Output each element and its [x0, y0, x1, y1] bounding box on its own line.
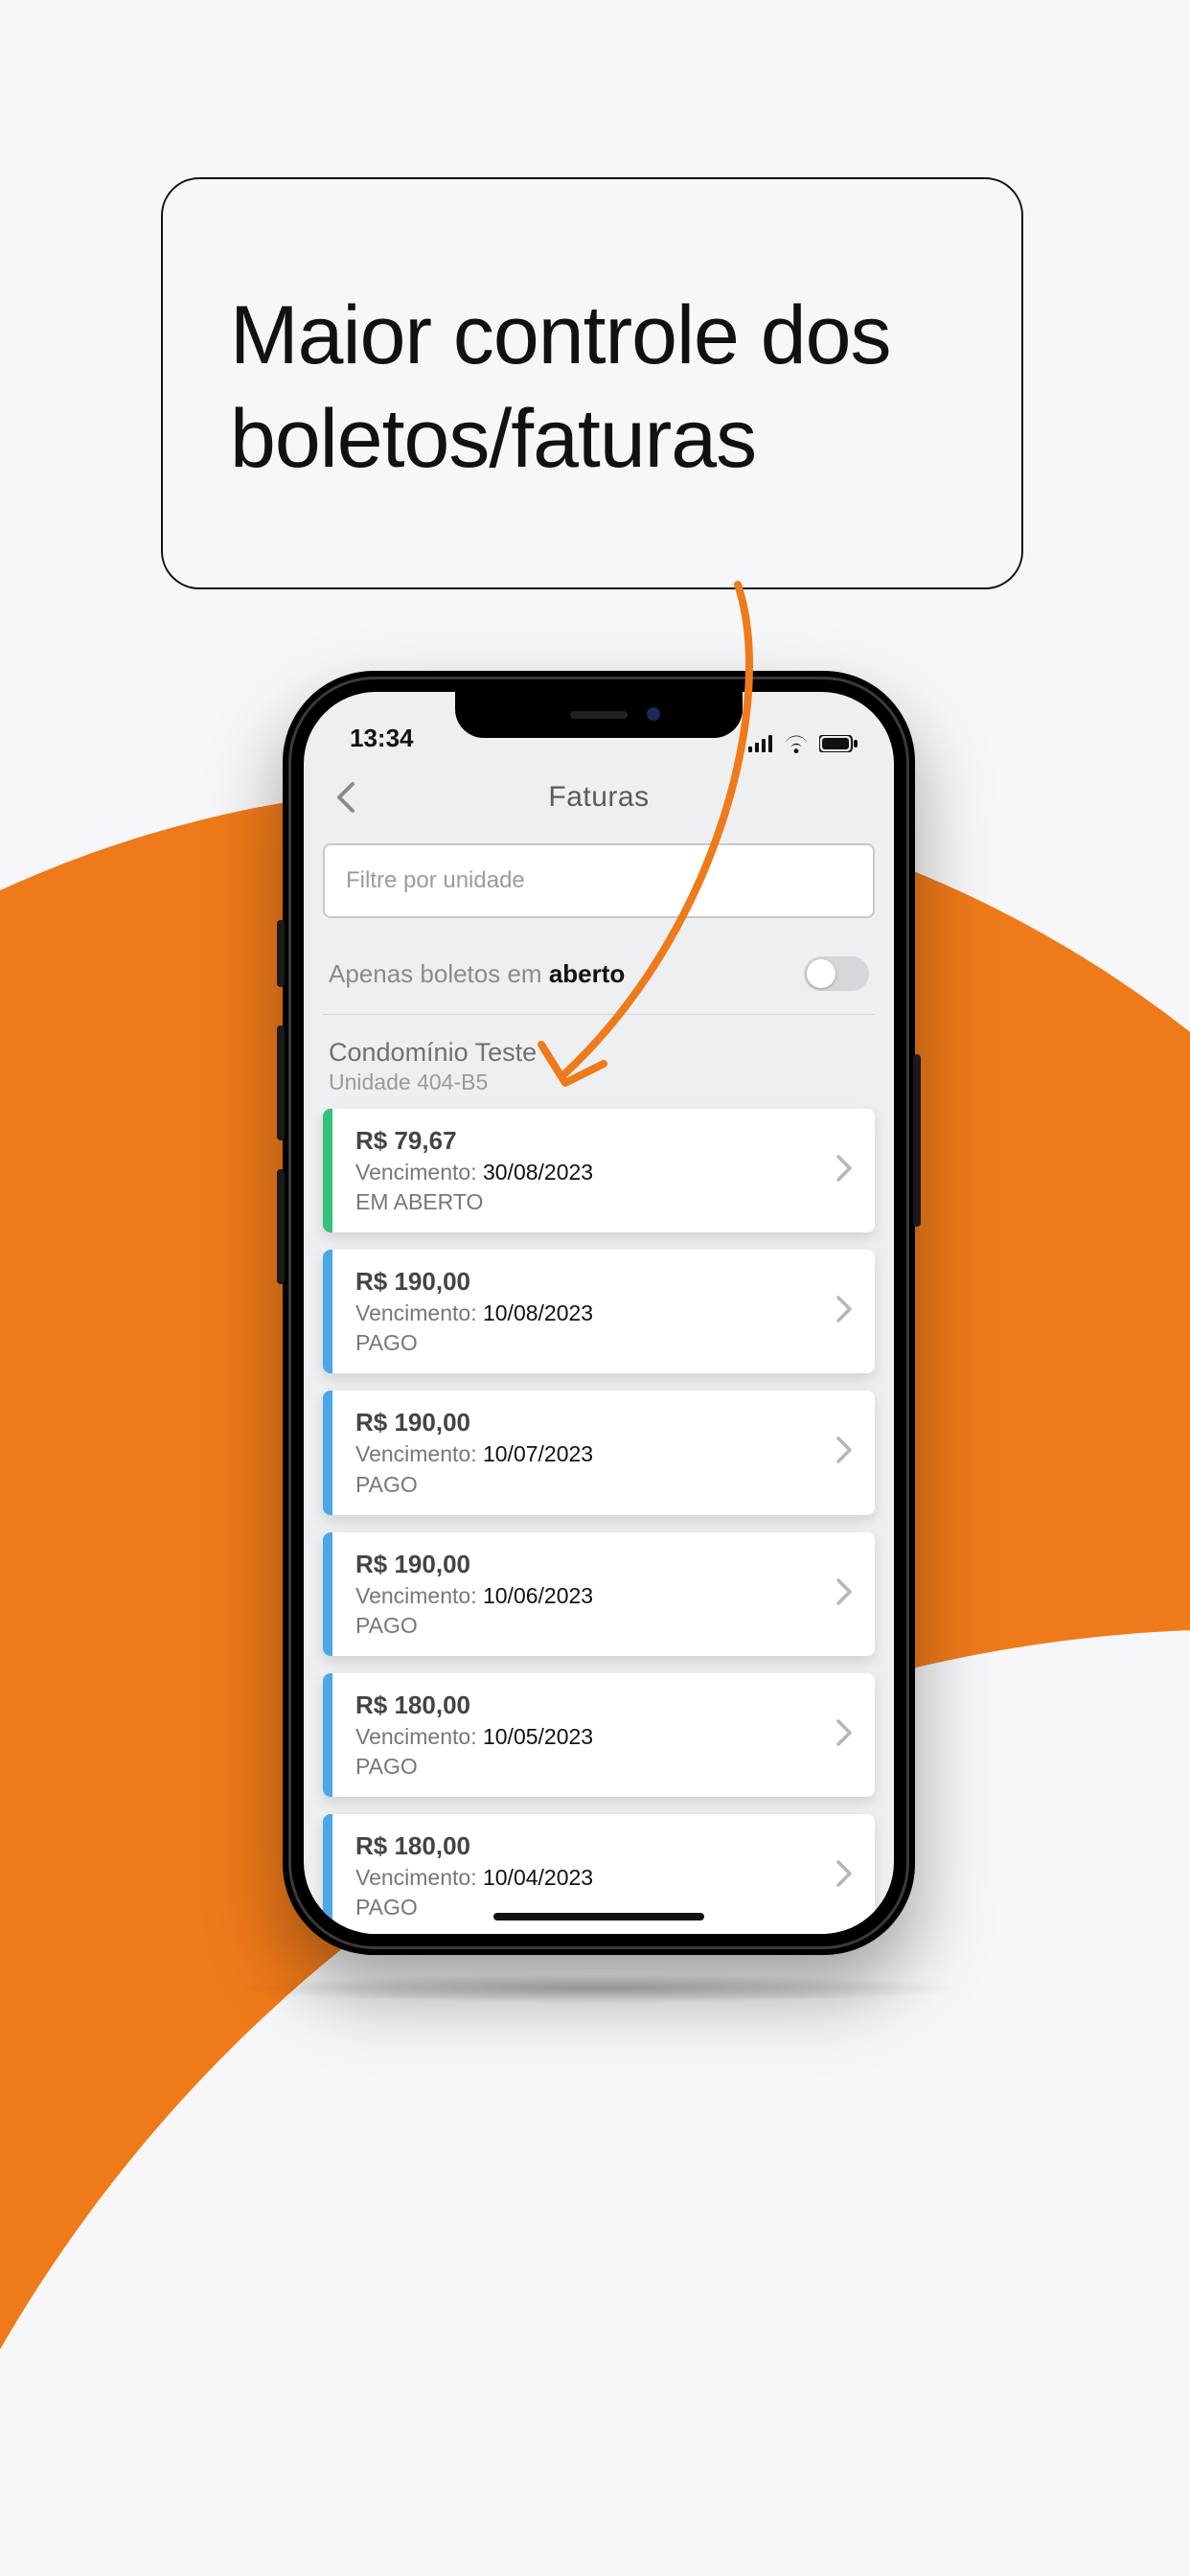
home-indicator — [493, 1913, 704, 1920]
invoice-due: Vencimento: 10/04/2023 — [355, 1863, 593, 1893]
invoice-due: Vencimento: 10/07/2023 — [355, 1439, 593, 1469]
open-only-toggle[interactable] — [804, 956, 869, 991]
invoice-text: R$ 190,00Vencimento: 10/06/2023PAGO — [355, 1548, 593, 1641]
invoice-due-label: Vencimento: — [355, 1300, 483, 1325]
invoice-due-date: 10/04/2023 — [483, 1865, 593, 1890]
page-title: Faturas — [548, 781, 649, 814]
section-header: Condomínio Teste Unidade 404-B5 — [323, 1038, 875, 1095]
invoice-due-date: 10/06/2023 — [483, 1583, 593, 1608]
battery-icon — [819, 735, 858, 752]
invoice-status: EM ABERTO — [355, 1187, 593, 1217]
invoice-due-label: Vencimento: — [355, 1441, 483, 1466]
filter-input[interactable]: Filtre por unidade — [323, 843, 875, 918]
condo-name: Condomínio Teste — [329, 1038, 875, 1068]
invoice-due-date: 10/08/2023 — [483, 1300, 593, 1325]
invoice-due-date: 30/08/2023 — [483, 1160, 593, 1184]
promo-headline: Maior controle dos boletos/faturas — [230, 285, 954, 491]
phone-mock: 13:34 Faturas — [283, 671, 915, 1955]
invoice-text: R$ 190,00Vencimento: 10/08/2023PAGO — [355, 1265, 593, 1358]
invoice-status: PAGO — [355, 1470, 593, 1500]
invoice-amount: R$ 180,00 — [355, 1689, 593, 1722]
invoice-text: R$ 79,67Vencimento: 30/08/2023EM ABERTO — [355, 1124, 593, 1217]
filter-placeholder: Filtre por unidade — [346, 867, 525, 894]
chevron-right-icon — [835, 1576, 863, 1612]
invoice-due-label: Vencimento: — [355, 1724, 483, 1749]
status-stripe — [323, 1109, 332, 1232]
invoice-card-body: R$ 190,00Vencimento: 10/06/2023PAGO — [332, 1532, 875, 1656]
phone-notch — [455, 692, 743, 738]
invoice-list: R$ 79,67Vencimento: 30/08/2023EM ABERTOR… — [323, 1109, 875, 1934]
invoice-card-body: R$ 190,00Vencimento: 10/08/2023PAGO — [332, 1250, 875, 1373]
chevron-right-icon — [835, 1858, 863, 1894]
toggle-label-bold: aberto — [549, 959, 625, 988]
chevron-right-icon — [835, 1435, 863, 1470]
chevron-right-icon — [835, 1294, 863, 1329]
wifi-icon — [783, 734, 810, 753]
invoice-card[interactable]: R$ 79,67Vencimento: 30/08/2023EM ABERTO — [323, 1109, 875, 1232]
cellular-icon — [748, 735, 773, 752]
invoice-due: Vencimento: 30/08/2023 — [355, 1158, 593, 1187]
status-stripe — [323, 1532, 332, 1656]
phone-shadow — [230, 1974, 968, 2003]
invoice-amount: R$ 190,00 — [355, 1548, 593, 1581]
invoice-card[interactable]: R$ 190,00Vencimento: 10/06/2023PAGO — [323, 1532, 875, 1656]
invoice-card[interactable]: R$ 190,00Vencimento: 10/07/2023PAGO — [323, 1391, 875, 1514]
invoice-due-label: Vencimento: — [355, 1583, 483, 1608]
invoice-card-body: R$ 180,00Vencimento: 10/05/2023PAGO — [332, 1673, 875, 1797]
promo-card: Maior controle dos boletos/faturas — [161, 177, 1023, 589]
invoice-due: Vencimento: 10/06/2023 — [355, 1581, 593, 1611]
unit-name: Unidade 404-B5 — [329, 1070, 875, 1095]
toggle-label-prefix: Apenas boletos em — [329, 959, 549, 988]
invoice-amount: R$ 190,00 — [355, 1265, 593, 1299]
invoice-due-label: Vencimento: — [355, 1865, 483, 1890]
status-stripe — [323, 1250, 332, 1373]
invoice-amount: R$ 79,67 — [355, 1124, 593, 1158]
invoice-text: R$ 180,00Vencimento: 10/05/2023PAGO — [355, 1689, 593, 1782]
invoice-due: Vencimento: 10/05/2023 — [355, 1722, 593, 1752]
invoice-card-body: R$ 79,67Vencimento: 30/08/2023EM ABERTO — [332, 1109, 875, 1232]
invoice-amount: R$ 190,00 — [355, 1406, 593, 1439]
invoice-card[interactable]: R$ 190,00Vencimento: 10/08/2023PAGO — [323, 1250, 875, 1373]
invoice-text: R$ 180,00Vencimento: 10/04/2023PAGO — [355, 1829, 593, 1922]
invoice-text: R$ 190,00Vencimento: 10/07/2023PAGO — [355, 1406, 593, 1499]
invoice-due-date: 10/07/2023 — [483, 1441, 593, 1466]
invoice-status: PAGO — [355, 1752, 593, 1782]
invoice-status: PAGO — [355, 1328, 593, 1358]
invoice-card-body: R$ 190,00Vencimento: 10/07/2023PAGO — [332, 1391, 875, 1514]
back-button[interactable] — [329, 778, 367, 816]
status-stripe — [323, 1673, 332, 1797]
invoice-amount: R$ 180,00 — [355, 1829, 593, 1863]
nav-bar: Faturas — [304, 759, 894, 836]
chevron-right-icon — [835, 1717, 863, 1753]
open-only-toggle-label: Apenas boletos em aberto — [329, 959, 625, 989]
status-stripe — [323, 1391, 332, 1514]
open-only-toggle-row: Apenas boletos em aberto — [323, 947, 875, 1015]
invoice-due-label: Vencimento: — [355, 1160, 483, 1184]
invoice-due-date: 10/05/2023 — [483, 1724, 593, 1749]
invoice-card[interactable]: R$ 180,00Vencimento: 10/05/2023PAGO — [323, 1673, 875, 1797]
chevron-right-icon — [835, 1153, 863, 1188]
invoice-due: Vencimento: 10/08/2023 — [355, 1299, 593, 1328]
invoice-status: PAGO — [355, 1611, 593, 1641]
status-time: 13:34 — [350, 724, 414, 753]
